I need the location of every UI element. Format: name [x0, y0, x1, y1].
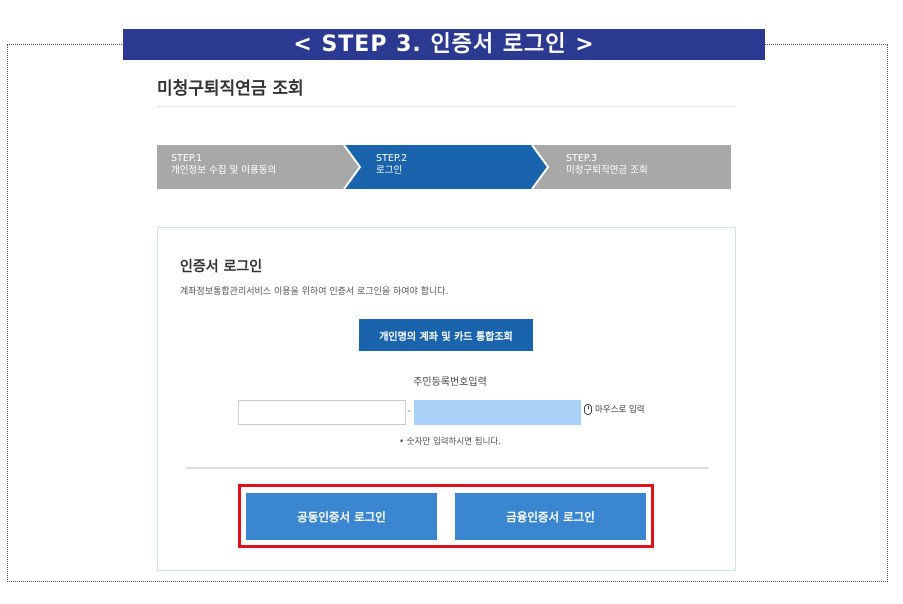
- step-2-number: STEP.2: [376, 153, 408, 164]
- title-divider: [157, 106, 736, 107]
- rrn-first-input[interactable]: [238, 400, 406, 425]
- step-3-label: 미청구퇴직연금 조회: [566, 165, 648, 176]
- rrn-separator: -: [407, 404, 411, 417]
- joint-cert-login-button[interactable]: 공동인증서 로그인: [246, 493, 437, 540]
- step-indicator: STEP.1 개인정보 수집 및 이용동의 STEP.2 로그인 STEP.3 …: [157, 145, 731, 189]
- rrn-second-input[interactable]: [414, 400, 581, 425]
- financial-cert-login-button[interactable]: 금융인증서 로그인: [455, 493, 646, 540]
- step-2: STEP.2 로그인: [360, 145, 540, 189]
- login-title: 인증서 로그인: [180, 259, 263, 275]
- mouse-input-toggle[interactable]: 마우스로 입력: [584, 403, 645, 415]
- login-description: 계좌정보통합관리서비스 이용을 위하여 인증서 로그인을 하여야 합니다.: [180, 287, 449, 297]
- page-title: 미청구퇴직연금 조회: [157, 79, 304, 99]
- step-2-label: 로그인: [376, 165, 403, 176]
- rrn-note: • 숫자만 입력하시면 됩니다.: [399, 437, 501, 447]
- rrn-label: 주민등록번호입력: [413, 377, 487, 388]
- integrated-inquiry-button[interactable]: 개인명의 계좌 및 카드 통합조회: [359, 319, 533, 351]
- section-divider: [186, 467, 708, 469]
- mouse-icon: [584, 403, 592, 415]
- step-banner: < STEP 3. 인증서 로그인 >: [123, 29, 765, 60]
- step-1-label: 개인정보 수집 및 이용동의: [171, 165, 277, 176]
- step-1-number: STEP.1: [171, 153, 203, 164]
- step-3: STEP.3 미청구퇴직연금 조회: [548, 145, 728, 189]
- mouse-input-label: 마우스로 입력: [595, 405, 645, 415]
- step-1: STEP.1 개인정보 수집 및 이용동의: [157, 145, 347, 189]
- step-3-number: STEP.3: [566, 153, 598, 164]
